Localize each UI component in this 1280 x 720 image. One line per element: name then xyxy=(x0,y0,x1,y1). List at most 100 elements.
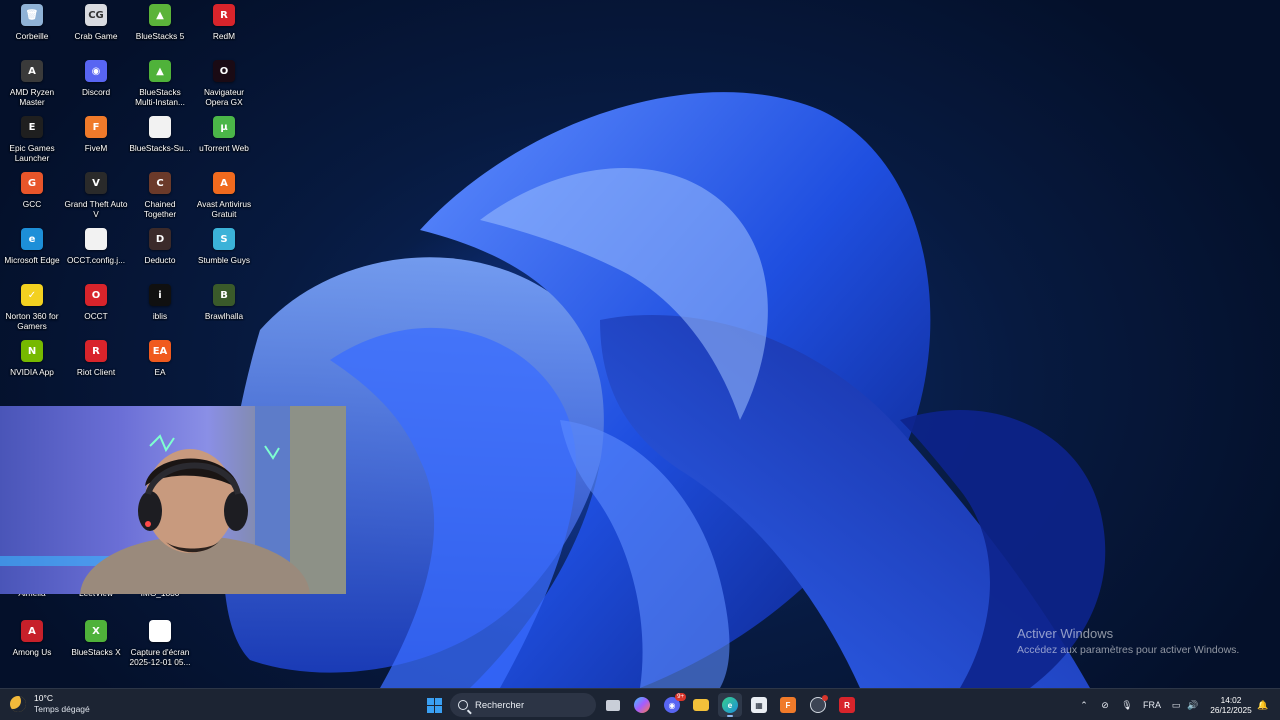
tray-network-off[interactable]: ⊘ xyxy=(1097,689,1113,720)
network-icon: ▭ xyxy=(1171,699,1181,710)
edge-icon: e xyxy=(21,228,43,250)
desktop-icon[interactable]: Capture d'écran 2025-12-01 05... xyxy=(128,616,192,672)
desktop-icon-label: uTorrent Web xyxy=(199,143,249,153)
desktop-icon[interactable]: E Epic Games Launcher xyxy=(0,112,64,168)
desktop-icon-label: Navigateur Opera GX xyxy=(203,87,245,107)
desktop-icon[interactable]: V Grand Theft Auto V xyxy=(64,168,128,224)
watermark-title: Activer Windows xyxy=(1017,626,1114,641)
desktop-icon-label: BlueStacks X xyxy=(71,647,121,657)
desktop-icon[interactable]: O OCCT xyxy=(64,280,128,336)
desktop-icon[interactable]: ▲ BlueStacks Multi-Instan... xyxy=(128,56,192,112)
weather-widget[interactable]: 10°C Temps dégagé xyxy=(10,693,90,715)
redm-icon: R xyxy=(213,4,235,26)
weather-description: Temps dégagé xyxy=(34,704,90,714)
discord-notification-badge: 9+ xyxy=(675,693,686,701)
desktop-icon-label: FiveM xyxy=(84,143,108,153)
desktop-icon-label: BlueStacks-Su... xyxy=(129,143,191,153)
desktop-icon[interactable]: µ uTorrent Web xyxy=(192,112,256,168)
desktop-icon[interactable]: N NVIDIA App xyxy=(0,336,64,392)
desktop-icon[interactable]: A Avast Antivirus Gratuit xyxy=(192,168,256,224)
activate-windows-watermark: Activer Windows Accédez aux paramètres p… xyxy=(1017,626,1239,656)
desktop-icon[interactable]: ◉ Discord xyxy=(64,56,128,112)
desktop-icon[interactable]: EA EA xyxy=(128,336,192,392)
tray-language[interactable]: FRA xyxy=(1140,689,1164,720)
desktop-icon[interactable]: O Navigateur Opera GX xyxy=(192,56,256,112)
eye-off-icon: ⊘ xyxy=(1101,699,1109,710)
taskbar-edge[interactable]: e xyxy=(718,693,742,717)
brawlhalla-icon: B xyxy=(213,284,235,306)
desktop-icon-label: Among Us xyxy=(12,647,52,657)
desktop-icon[interactable]: e Microsoft Edge xyxy=(0,224,64,280)
desktop-icon-label: Brawlhalla xyxy=(204,311,244,321)
desktop-icon[interactable]: A Among Us xyxy=(0,616,64,672)
desktop-icon[interactable]: ✓ Norton 360 for Gamers xyxy=(0,280,64,336)
webcam-overlay xyxy=(0,406,346,594)
screenshot-file-icon xyxy=(149,620,171,642)
tray-notifications[interactable]: 🔔 xyxy=(1255,689,1271,720)
recycle-bin-icon: 🗑 xyxy=(21,4,43,26)
gcc-icon: G xyxy=(21,172,43,194)
desktop-icon[interactable]: 🗑 Corbeille xyxy=(0,0,64,56)
desktop-icon[interactable]: A AMD Ryzen Master xyxy=(0,56,64,112)
tray-microphone[interactable]: 🎙 xyxy=(1119,689,1135,720)
desktop-icon[interactable]: S Stumble Guys xyxy=(192,224,256,280)
riot-client-icon: R xyxy=(85,340,107,362)
desktop-icon[interactable]: B Brawlhalla xyxy=(192,280,256,336)
edge-icon: e xyxy=(722,697,738,713)
desktop-icon[interactable]: D Deducto xyxy=(128,224,192,280)
desktop-icon[interactable]: F FiveM xyxy=(64,112,128,168)
desktop-icon[interactable]: R RedM xyxy=(192,0,256,56)
windows-logo-icon xyxy=(426,697,442,713)
desktop-icon[interactable]: G GCC xyxy=(0,168,64,224)
nvidia-icon: N xyxy=(21,340,43,362)
taskbar-copilot[interactable] xyxy=(630,693,654,717)
taskbar-clock[interactable]: 14:02 26/12/2025 xyxy=(1205,695,1257,715)
fivem-icon: F xyxy=(780,697,796,713)
desktop-icon-label: BlueStacks Multi-Instan... xyxy=(135,87,185,107)
desktop-icon[interactable]: i iblis xyxy=(128,280,192,336)
fivem-icon: F xyxy=(85,116,107,138)
bluestacks-x-icon: X xyxy=(85,620,107,642)
desktop-icon[interactable]: R Riot Client xyxy=(64,336,128,392)
desktop-icon-label: Grand Theft Auto V xyxy=(64,199,128,219)
taskbar-redm[interactable]: R xyxy=(835,693,859,717)
avast-icon: A xyxy=(213,172,235,194)
desktop-icon[interactable]: C Chained Together xyxy=(128,168,192,224)
file-icon xyxy=(85,228,107,250)
desktop-icon[interactable]: CG Crab Game xyxy=(64,0,128,56)
gta-v-icon: V xyxy=(85,172,107,194)
desktop-icon[interactable]: ▲ BlueStacks 5 xyxy=(128,0,192,56)
iblis-icon: i xyxy=(149,284,171,306)
desktop-icon-label: Avast Antivirus Gratuit xyxy=(196,199,252,219)
desktop-icon[interactable]: X BlueStacks X xyxy=(64,616,128,672)
desktop-icon-label: Discord xyxy=(81,87,111,97)
show-hidden-icons-button[interactable]: ⌃ xyxy=(1076,689,1092,720)
stumble-guys-icon: S xyxy=(213,228,235,250)
taskbar-fivem[interactable]: F xyxy=(776,693,800,717)
desktop-icon-label: Capture d'écran 2025-12-01 05... xyxy=(129,647,191,667)
desktop-icon-label: Norton 360 for Gamers xyxy=(5,311,59,331)
webcam-person-image xyxy=(0,406,346,594)
desktop-icon-label: Chained Together xyxy=(143,199,177,219)
tray-network[interactable]: ▭ xyxy=(1168,689,1184,720)
taskbar-discord[interactable]: ◉ 9+ xyxy=(660,693,686,717)
tray-volume[interactable]: 🔊 xyxy=(1185,689,1201,720)
desktop-icon[interactable]: BlueStacks-Su... xyxy=(128,112,192,168)
moon-icon xyxy=(10,696,26,712)
taskbar-search-box[interactable]: Rechercher xyxy=(450,693,596,717)
crab-game-icon: CG xyxy=(85,4,107,26)
search-placeholder: Rechercher xyxy=(475,699,525,711)
desktop-icon-label: Riot Client xyxy=(76,367,116,377)
taskbar-store[interactable]: ▦ xyxy=(747,693,771,717)
start-button[interactable] xyxy=(422,693,446,717)
taskbar-file-explorer[interactable] xyxy=(689,693,713,717)
desktop-icon-label: Corbeille xyxy=(15,31,49,41)
file-icon xyxy=(149,116,171,138)
taskbar-app[interactable] xyxy=(806,693,830,717)
desktop-icon[interactable]: OCCT.config.j... xyxy=(64,224,128,280)
desktop-icon-label: OCCT.config.j... xyxy=(66,255,126,265)
task-view-button[interactable] xyxy=(601,693,625,717)
desktop-icon-label: GCC xyxy=(22,199,42,209)
desktop-icon-label: Stumble Guys xyxy=(197,255,251,265)
copilot-icon xyxy=(634,697,650,713)
